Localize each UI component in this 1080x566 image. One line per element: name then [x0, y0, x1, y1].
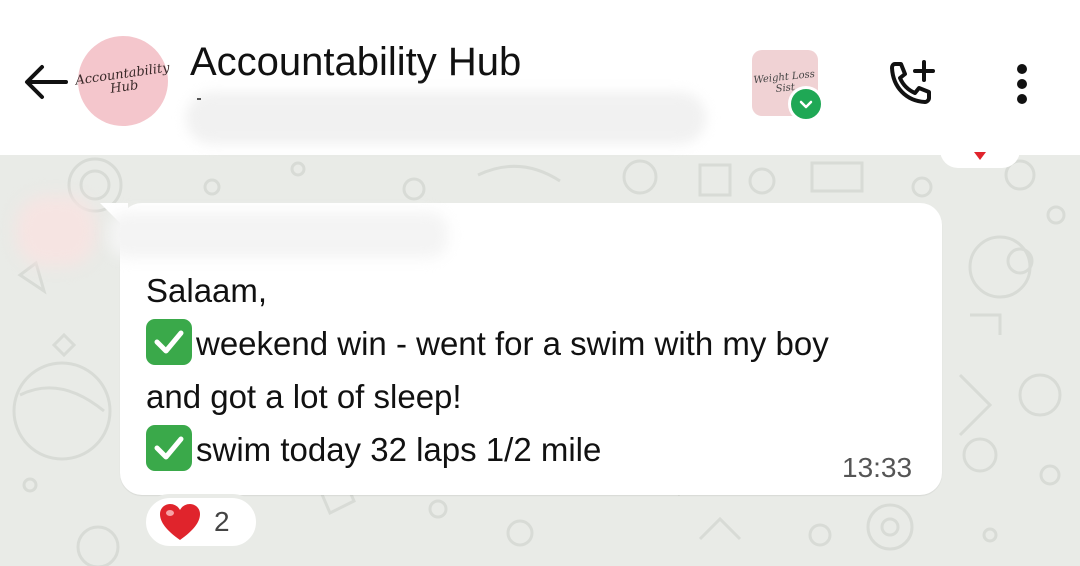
more-vertical-icon: [1008, 64, 1036, 104]
message-line-3: swim today 32 laps 1/2 mile: [196, 431, 602, 468]
heart-emoji-icon: [160, 504, 200, 540]
heart-emoji-icon: [974, 152, 986, 160]
group-avatar[interactable]: Accountability Hub: [74, 36, 170, 126]
sender-name-redacted[interactable]: [108, 212, 448, 258]
sender-avatar-redacted[interactable]: [16, 196, 96, 266]
call-button[interactable]: [884, 58, 940, 108]
arrow-left-icon: [25, 65, 68, 99]
back-button[interactable]: [22, 62, 68, 102]
subtitle-fragment: [197, 98, 201, 100]
message-greeting: Salaam,: [146, 272, 268, 309]
message-text: Salaam, weekend win - went for a swim wi…: [146, 264, 926, 476]
community-badge-chevron-icon: [788, 86, 824, 122]
message-line-2: and got a lot of sleep!: [146, 378, 462, 415]
check-mark-emoji-icon: [146, 319, 192, 365]
message-timestamp: 13:33: [842, 452, 913, 483]
message-line: swim today 32 laps 1/2 mile: [146, 423, 926, 476]
chat-header: Accountability Hub Accountability Hub Wei…: [0, 0, 1080, 155]
subtitle-redacted: [186, 92, 706, 144]
reaction-pill[interactable]: 2: [142, 494, 260, 550]
message-line: weekend win - went for a swim with my bo…: [146, 317, 926, 370]
group-avatar-logo: Accountability Hub: [74, 60, 171, 97]
reaction-count: 2: [214, 506, 230, 537]
check-mark-emoji-icon: [146, 425, 192, 471]
more-options-button[interactable]: [1008, 60, 1036, 110]
chat-title[interactable]: Accountability Hub: [190, 40, 521, 85]
phone-add-icon: [890, 60, 935, 104]
message-line-1: weekend win - went for a swim with my bo…: [196, 325, 829, 362]
